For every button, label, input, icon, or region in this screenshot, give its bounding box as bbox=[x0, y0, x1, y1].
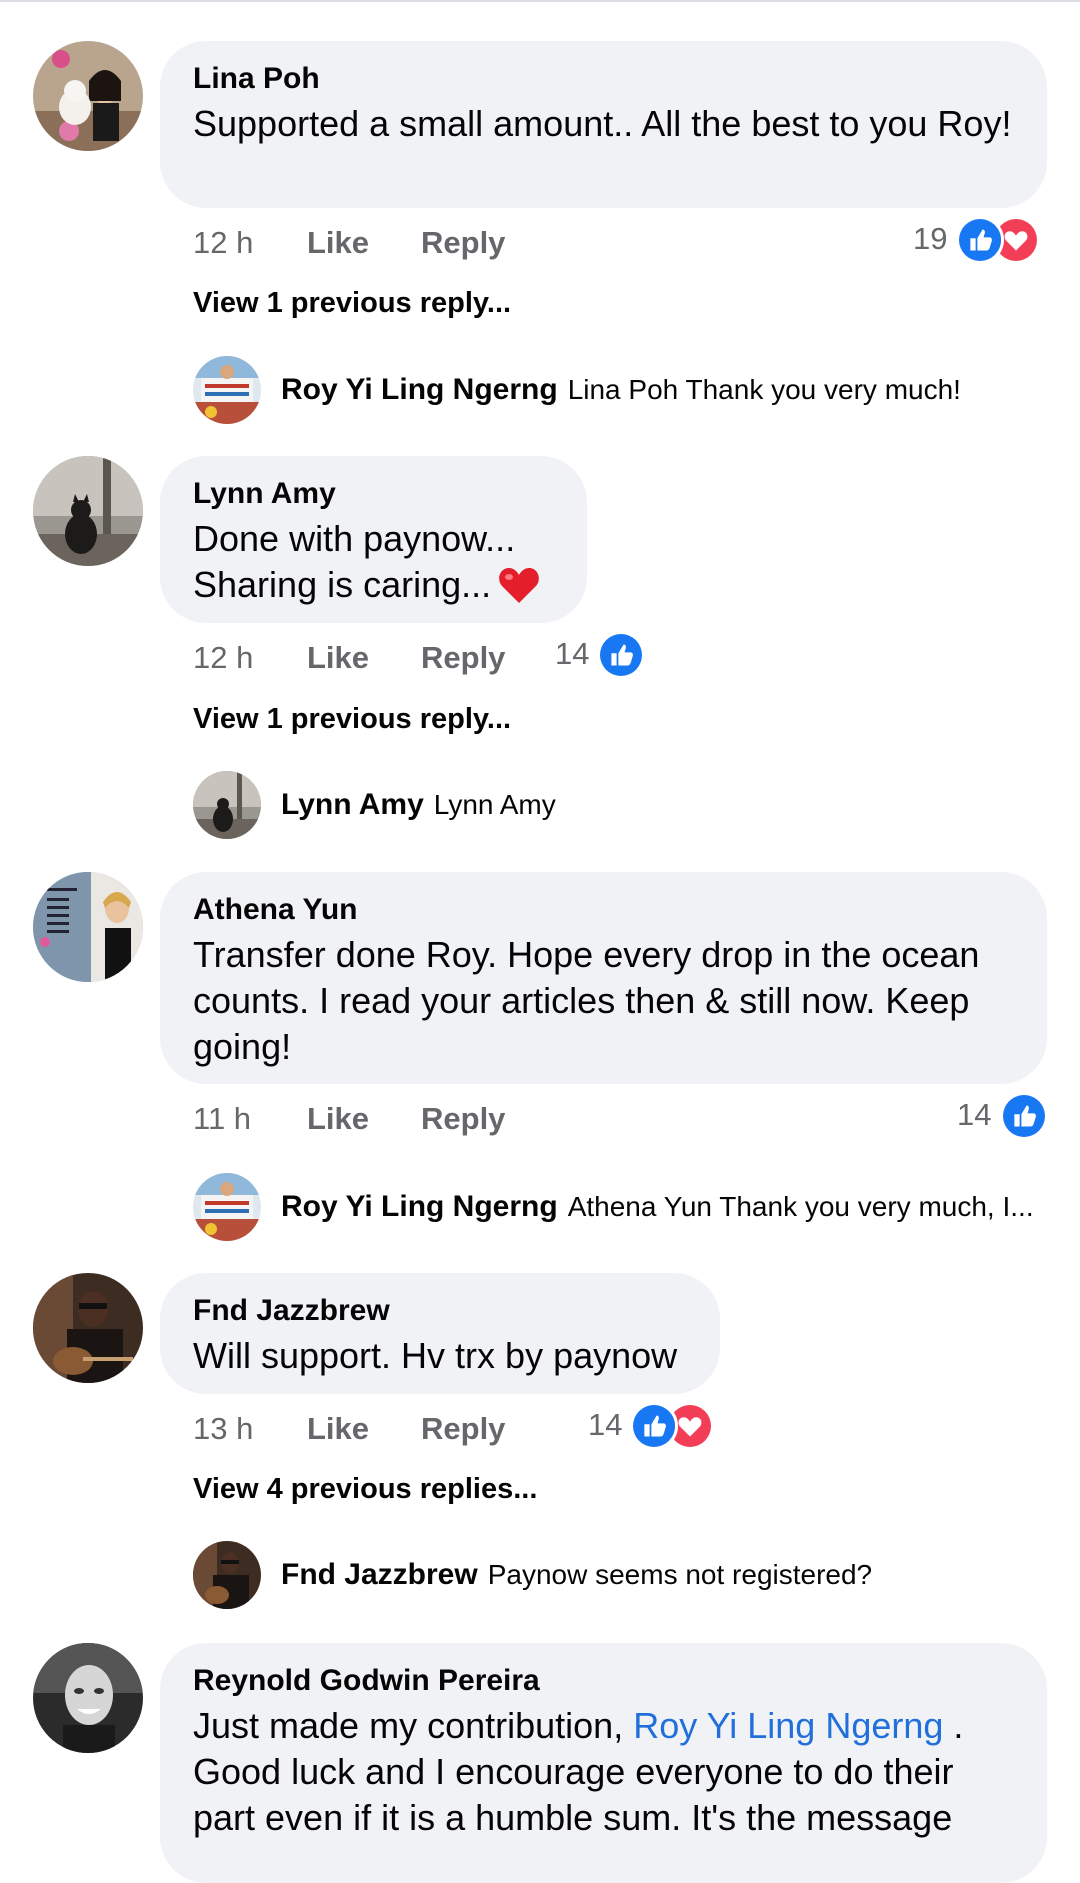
comment-time[interactable]: 11 h bbox=[193, 1099, 251, 1139]
comment-text-line: Done with paynow... bbox=[193, 518, 516, 559]
comment-bubble: Reynold Godwin Pereira Just made my cont… bbox=[160, 1643, 1047, 1883]
avatar-fnd-jazzbrew-small[interactable] bbox=[193, 1541, 261, 1609]
reply-text: Athena Yun Thank you very much, I... bbox=[567, 1191, 1034, 1222]
comment-text-line: Sharing is caring... bbox=[193, 562, 554, 608]
like-button[interactable]: Like bbox=[307, 1409, 369, 1449]
reply-author: Fnd Jazzbrew bbox=[281, 1558, 478, 1591]
reply-button[interactable]: Reply bbox=[421, 1099, 505, 1139]
comment-author[interactable]: Athena Yun bbox=[193, 890, 1014, 930]
reaction-summary[interactable]: 19 bbox=[910, 216, 1050, 264]
reply-author: Lynn Amy bbox=[281, 788, 424, 821]
comment-actions: 12 h Like Reply bbox=[193, 223, 593, 263]
reaction-summary[interactable]: 14 bbox=[553, 631, 653, 679]
like-button[interactable]: Like bbox=[307, 1099, 369, 1139]
avatar-reynold-godwin-pereira[interactable] bbox=[33, 1643, 143, 1753]
reply-text: Lynn Amy bbox=[433, 789, 556, 820]
comment-author[interactable]: Lynn Amy bbox=[193, 474, 554, 514]
like-icon bbox=[956, 216, 1004, 264]
reaction-count: 14 bbox=[957, 1097, 992, 1132]
reply-text: Paynow seems not registered? bbox=[487, 1559, 873, 1590]
avatar-fnd-jazzbrew[interactable] bbox=[33, 1273, 143, 1383]
comment-bubble: Fnd Jazzbrew Will support. Hv trx by pay… bbox=[160, 1273, 720, 1394]
reaction-count: 14 bbox=[555, 636, 590, 671]
reply-author: Roy Yi Ling Ngerng bbox=[281, 1190, 558, 1223]
comment-actions: 11 h Like Reply bbox=[193, 1099, 593, 1139]
reply-button[interactable]: Reply bbox=[421, 223, 505, 263]
reaction-summary[interactable]: 14 bbox=[957, 1092, 1057, 1140]
avatar-lina-poh[interactable] bbox=[33, 41, 143, 151]
comment-text: Transfer done Roy. Hope every drop in th… bbox=[193, 934, 980, 1067]
comment-author[interactable]: Reynold Godwin Pereira bbox=[193, 1661, 1014, 1701]
top-divider bbox=[0, 0, 1080, 2]
mention-link[interactable]: Roy Yi Ling Ngerng bbox=[633, 1705, 943, 1746]
reply-button[interactable]: Reply bbox=[421, 1409, 505, 1449]
reply-text: Lina Poh Thank you very much! bbox=[567, 374, 961, 405]
reply-button[interactable]: Reply bbox=[421, 638, 505, 678]
comment-text: Will support. Hv trx by paynow bbox=[193, 1335, 678, 1376]
view-previous-replies[interactable]: View 4 previous replies... bbox=[193, 1469, 537, 1509]
like-icon bbox=[597, 631, 645, 679]
comment-author[interactable]: Fnd Jazzbrew bbox=[193, 1291, 687, 1331]
comment-actions: 13 h Like Reply bbox=[193, 1409, 593, 1449]
reply-preview[interactable]: Fnd Jazzbrew Paynow seems not registered? bbox=[281, 1541, 872, 1609]
reply-author: Roy Yi Ling Ngerng bbox=[281, 373, 558, 406]
avatar-athena-yun[interactable] bbox=[33, 872, 143, 982]
comment-text: Done with paynow... Sharing is caring... bbox=[193, 516, 554, 608]
comment-time[interactable]: 12 h bbox=[193, 638, 253, 678]
avatar-roy-yi-ling-ngerng[interactable] bbox=[193, 1173, 261, 1241]
like-button[interactable]: Like bbox=[307, 223, 369, 263]
comment-text-span: Sharing is caring... bbox=[193, 564, 492, 605]
reaction-count: 14 bbox=[588, 1407, 623, 1442]
comment-bubble: Lina Poh Supported a small amount.. All … bbox=[160, 41, 1047, 208]
comment-time[interactable]: 12 h bbox=[193, 223, 253, 263]
reply-preview[interactable]: Roy Yi Ling Ngerng Lina Poh Thank you ver… bbox=[281, 356, 961, 424]
comment-actions: 12 h Like Reply bbox=[193, 638, 593, 678]
comment-time[interactable]: 13 h bbox=[193, 1409, 253, 1449]
comment-bubble: Lynn Amy Done with paynow... Sharing is … bbox=[160, 456, 587, 623]
comment-text: Supported a small amount.. All the best … bbox=[193, 103, 1012, 144]
avatar-lynn-amy[interactable] bbox=[33, 456, 143, 566]
avatar-roy-yi-ling-ngerng[interactable] bbox=[193, 356, 261, 424]
like-icon bbox=[630, 1402, 678, 1450]
reply-preview[interactable]: Lynn Amy Lynn Amy bbox=[281, 771, 556, 839]
comment-bubble: Athena Yun Transfer done Roy. Hope every… bbox=[160, 872, 1047, 1084]
heart-emoji-icon bbox=[497, 565, 541, 605]
avatar-lynn-amy-small[interactable] bbox=[193, 771, 261, 839]
reaction-count: 19 bbox=[913, 221, 948, 256]
comment-text: Just made my contribution, Roy Yi Ling N… bbox=[193, 1703, 1014, 1841]
comment-text-span: Just made my contribution, bbox=[193, 1705, 634, 1746]
comment-author[interactable]: Lina Poh bbox=[193, 59, 1014, 99]
view-previous-replies[interactable]: View 1 previous reply... bbox=[193, 283, 511, 323]
like-button[interactable]: Like bbox=[307, 638, 369, 678]
view-previous-replies[interactable]: View 1 previous reply... bbox=[193, 699, 511, 739]
reaction-summary[interactable]: 14 bbox=[586, 1402, 726, 1450]
reply-preview[interactable]: Roy Yi Ling Ngerng Athena Yun Thank you v… bbox=[281, 1173, 1034, 1241]
like-icon bbox=[1000, 1092, 1048, 1140]
